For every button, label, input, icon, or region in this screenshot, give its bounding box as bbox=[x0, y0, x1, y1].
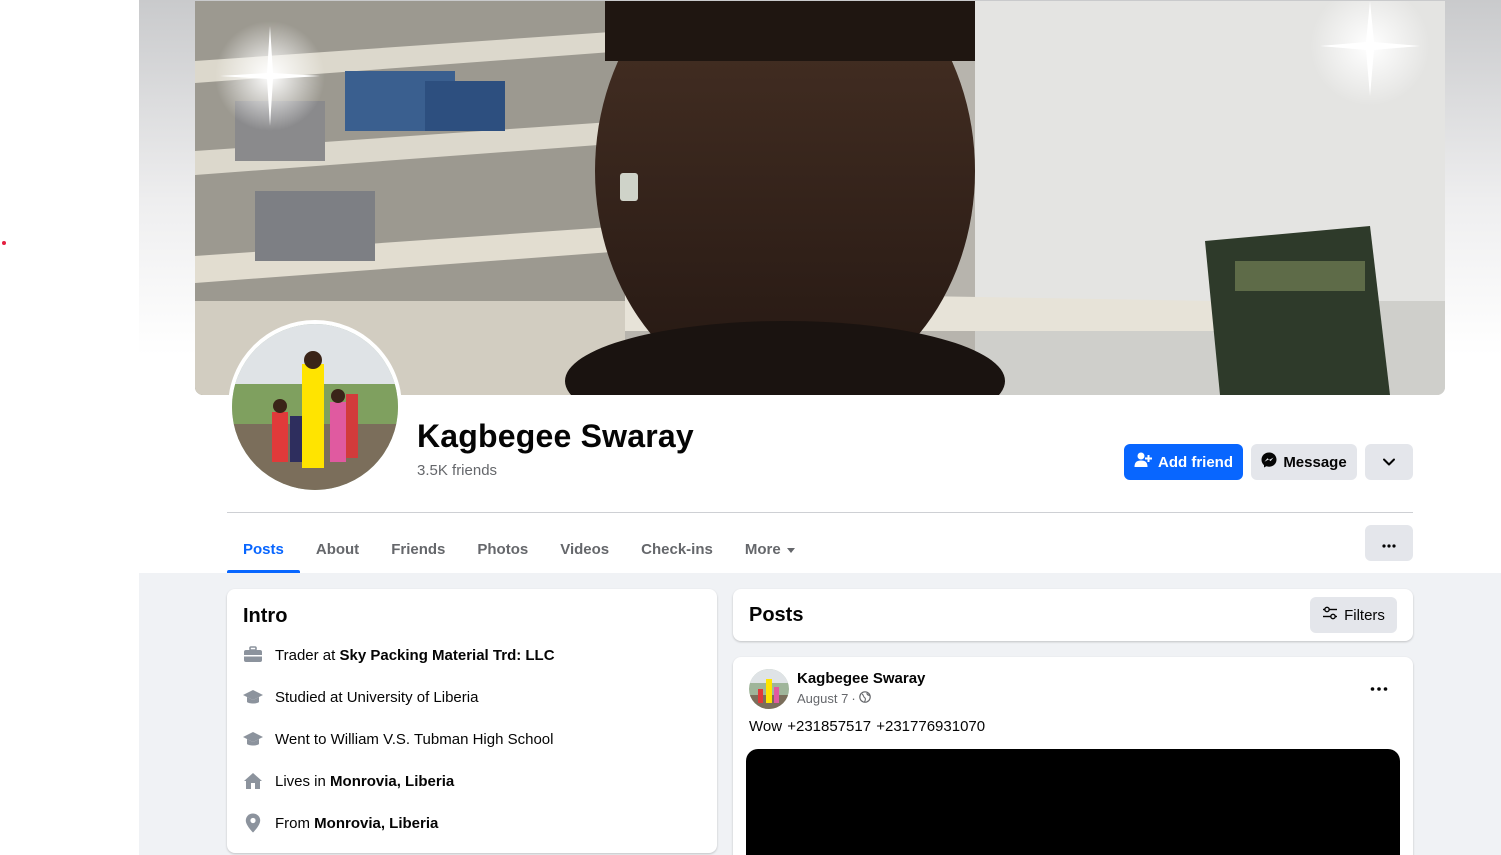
intro-highschool: Went to William V.S. Tubman High School bbox=[243, 729, 553, 749]
posts-title: Posts bbox=[749, 604, 804, 626]
tab-photos[interactable]: Photos bbox=[461, 525, 544, 573]
intro-work-text: Trader at bbox=[275, 646, 336, 664]
tab-label: Friends bbox=[391, 540, 446, 558]
intro-lives: Lives in Monrovia, Liberia bbox=[243, 771, 454, 791]
profile-options-button[interactable] bbox=[1365, 444, 1413, 480]
meta-separator: · bbox=[851, 691, 856, 706]
add-person-icon bbox=[1134, 452, 1152, 472]
post-text: Wow +231857517 +231776931070 bbox=[749, 718, 986, 735]
sliders-icon bbox=[1322, 606, 1338, 624]
hometown-link[interactable]: Monrovia, Liberia bbox=[314, 815, 438, 832]
messenger-icon bbox=[1261, 452, 1277, 472]
intro-work: Trader at Sky Packing Material Trd: LLC bbox=[243, 645, 555, 665]
current-city-link[interactable]: Monrovia, Liberia bbox=[330, 773, 454, 790]
tab-posts[interactable]: Posts bbox=[227, 525, 300, 573]
filters-label: Filters bbox=[1344, 606, 1385, 624]
graduation-cap-icon bbox=[243, 729, 263, 749]
intro-highschool-text: Went to William V.S. Tubman High School bbox=[275, 730, 554, 748]
post-author-name[interactable]: Kagbegee Swaray bbox=[797, 670, 925, 687]
header-divider bbox=[227, 512, 1413, 513]
tab-friends[interactable]: Friends bbox=[375, 525, 461, 573]
tab-label: More bbox=[744, 540, 781, 558]
tab-label: Posts bbox=[243, 540, 284, 558]
post-meta: August 7 · bbox=[797, 691, 871, 706]
post-card: Kagbegee Swaray August 7 · Wow +23185751… bbox=[733, 657, 1413, 855]
intro-college-text: Studied at University of Liberia bbox=[275, 688, 479, 706]
profile-name: Kagbegee Swaray bbox=[417, 418, 694, 454]
profile-page: Kagbegee Swaray 3.5K friends Add friend … bbox=[0, 0, 1501, 855]
tab-label: About bbox=[315, 540, 360, 558]
posts-header-card: Posts Filters bbox=[733, 589, 1413, 641]
tab-label: Videos bbox=[560, 540, 610, 558]
more-options-button[interactable] bbox=[1365, 525, 1413, 561]
tab-about[interactable]: About bbox=[300, 525, 375, 573]
cover-photo[interactable] bbox=[195, 1, 1445, 395]
add-friend-button[interactable]: Add friend bbox=[1124, 444, 1243, 480]
workplace-link[interactable]: Sky Packing Material Trd: LLC bbox=[339, 647, 554, 664]
intro-card: Intro Trader at Sky Packing Material Trd… bbox=[227, 589, 717, 853]
graduation-cap-icon bbox=[243, 687, 263, 707]
intro-from: From Monrovia, Liberia bbox=[243, 813, 438, 833]
post-options-button[interactable] bbox=[1363, 675, 1395, 699]
status-dot bbox=[2, 241, 6, 245]
ellipsis-icon bbox=[1382, 535, 1396, 552]
tab-videos[interactable]: Videos bbox=[544, 525, 625, 573]
briefcase-icon bbox=[243, 645, 263, 665]
post-date[interactable]: August 7 bbox=[797, 691, 848, 706]
intro-lives-text: Lives in bbox=[275, 772, 326, 790]
message-label: Message bbox=[1283, 453, 1347, 471]
ellipsis-icon bbox=[1370, 678, 1388, 696]
message-button[interactable]: Message bbox=[1251, 444, 1357, 480]
intro-title: Intro bbox=[243, 605, 288, 627]
home-icon bbox=[243, 771, 263, 791]
friends-count[interactable]: 3.5K friends bbox=[417, 462, 497, 479]
tab-label: Check-ins bbox=[641, 540, 713, 558]
tab-more[interactable]: More bbox=[729, 525, 811, 573]
tab-check-ins[interactable]: Check-ins bbox=[625, 525, 729, 573]
intro-from-text: From bbox=[275, 814, 310, 832]
profile-tabs: Posts About Friends Photos Videos Check-… bbox=[227, 525, 811, 573]
tab-label: Photos bbox=[477, 540, 529, 558]
caret-down-icon bbox=[786, 547, 795, 553]
post-video[interactable] bbox=[746, 749, 1400, 855]
add-friend-label: Add friend bbox=[1158, 453, 1233, 471]
globe-icon bbox=[858, 691, 871, 706]
filters-button[interactable]: Filters bbox=[1310, 597, 1397, 633]
location-pin-icon bbox=[243, 813, 263, 833]
chevron-down-icon bbox=[1382, 454, 1396, 471]
profile-picture[interactable] bbox=[228, 320, 402, 494]
intro-college: Studied at University of Liberia bbox=[243, 687, 478, 707]
post-author-avatar[interactable] bbox=[749, 669, 789, 709]
